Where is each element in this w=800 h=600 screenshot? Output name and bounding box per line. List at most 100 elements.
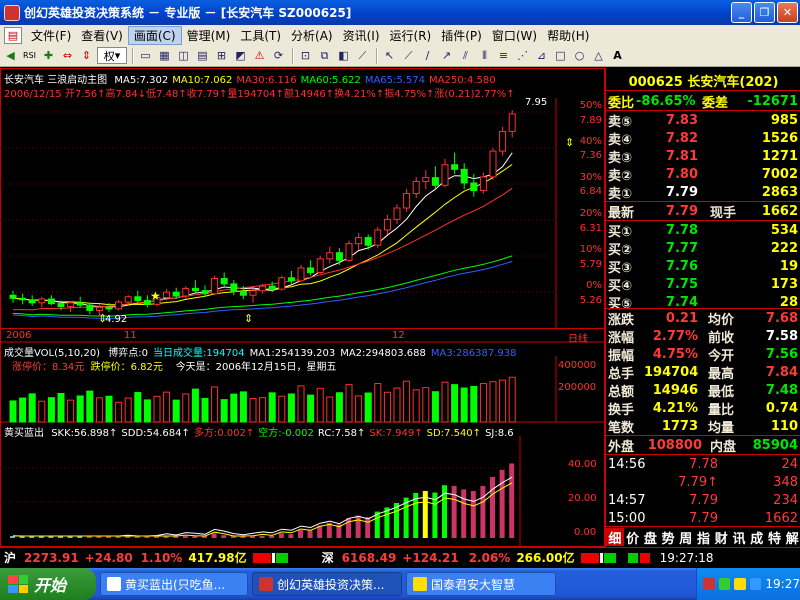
compare-icon[interactable]: ⊞ — [213, 47, 230, 64]
menu-screen[interactable]: 画面(C) — [127, 25, 182, 45]
candle-body — [76, 302, 84, 306]
horizontal-lines-icon[interactable]: ≡ — [495, 47, 512, 64]
panel-tab[interactable]: 财 — [712, 528, 730, 547]
windows-logo-icon — [8, 575, 28, 593]
date-axis: 2006 11 12 日线 — [0, 328, 605, 345]
rsi-icon[interactable]: RSI — [21, 47, 38, 64]
panel-tab[interactable]: 价 — [624, 528, 642, 547]
task-button[interactable]: 黄买蓝出(只吃鱼... — [100, 572, 248, 596]
task-button-active[interactable]: 创幻英雄投资决策... — [252, 572, 402, 596]
fan-icon[interactable]: ⋰ — [514, 47, 531, 64]
stat-value: 2.77% — [652, 328, 698, 344]
grid-icon[interactable]: ▦ — [156, 47, 173, 64]
stat-row: 振幅 4.75% 今开 7.56 — [608, 345, 798, 364]
menu-run[interactable]: 运行(R) — [385, 27, 437, 44]
kline-icon[interactable]: ⊡ — [297, 47, 314, 64]
lr-arrows-icon[interactable]: ⇔ — [59, 47, 76, 64]
tick-volume: 348 — [773, 474, 798, 490]
menu-info[interactable]: 资讯(I) — [338, 27, 385, 44]
order-volume: 985 — [770, 112, 798, 128]
move-icon[interactable]: ✚ — [40, 47, 57, 64]
stat-value: 4.75% — [652, 346, 698, 362]
candle-body — [499, 130, 507, 152]
order-ratio-row: 委比 -86.65% 委差 -12671 — [608, 92, 798, 111]
cursor-icon[interactable]: ↖ — [381, 47, 398, 64]
indicator-bar — [461, 489, 467, 538]
signal-icon[interactable]: ⚠ — [251, 47, 268, 64]
tray-icon[interactable] — [718, 578, 731, 590]
order-volume: 222 — [770, 240, 798, 256]
stat-label: 前收 — [708, 330, 735, 346]
start-button[interactable]: 开始 — [0, 568, 96, 600]
signal-star: ★ — [150, 289, 161, 303]
ellipse-icon[interactable]: ○ — [571, 47, 588, 64]
menu-manage[interactable]: 管理(M) — [182, 27, 236, 44]
rights-select[interactable]: 权 ▾ — [97, 47, 127, 64]
order-volume: 1271 — [761, 148, 798, 164]
window-icon[interactable]: ▭ — [137, 47, 154, 64]
menu-plugin[interactable]: 插件(P) — [436, 27, 487, 44]
tray-icon[interactable] — [703, 578, 715, 590]
panel-tab[interactable]: 成 — [748, 528, 766, 547]
stat-value: 7.58 — [765, 328, 798, 344]
table-icon[interactable]: ▤ — [194, 47, 211, 64]
panel-tab[interactable]: 讯 — [730, 528, 748, 547]
volume-item: MA2:294803.688 — [340, 348, 426, 359]
menu-file[interactable]: 文件(F) — [26, 27, 76, 44]
cycle-lines-icon[interactable]: ⦀ — [476, 47, 493, 64]
menu-analysis[interactable]: 分析(A) — [286, 27, 338, 44]
panel-tab[interactable]: 特 — [766, 528, 784, 547]
candle-body — [335, 252, 343, 261]
rect-icon[interactable]: □ — [552, 47, 569, 64]
candle-body — [383, 218, 391, 231]
price-tick: 5.79 — [579, 259, 602, 270]
volume-bar — [182, 393, 190, 423]
tray-icon[interactable] — [749, 578, 762, 590]
chart-canvas[interactable]: ⇕ ⇕★⇕ — [0, 68, 605, 547]
connection-indicator — [627, 552, 650, 563]
kline-chart-area[interactable]: ⇕ ⇕ ★ ⇕ 长安汽车 三浪启动主图 MA5:7.302 MA10:7.062 MA30… — [0, 68, 605, 547]
tray-icon[interactable] — [734, 578, 746, 590]
panel-tab[interactable]: 周 — [677, 528, 695, 547]
volume-bar — [297, 385, 305, 423]
panel-tab[interactable]: 盘 — [641, 528, 659, 547]
ud-arrows-icon[interactable]: ⇕ — [78, 47, 95, 64]
panel-tab[interactable]: 解 — [783, 528, 800, 547]
panel-tab[interactable]: 指 — [695, 528, 713, 547]
price-tick: 7.89 — [579, 115, 602, 126]
line-tool-icon[interactable]: ⟋ — [400, 47, 417, 64]
triangle-icon[interactable]: △ — [590, 47, 607, 64]
doc-icon[interactable]: ▤ — [4, 26, 22, 44]
stat-label: 涨幅 — [608, 330, 635, 346]
trend-icon[interactable]: ⟋ — [354, 47, 371, 64]
stat-label: 最高 — [708, 366, 735, 382]
close-button[interactable]: ✕ — [777, 2, 798, 23]
minimize-button[interactable]: _ — [731, 2, 752, 23]
chart-icon[interactable]: ◩ — [232, 47, 249, 64]
refresh-icon[interactable]: ⟳ — [270, 47, 287, 64]
volume-bar — [163, 391, 171, 423]
menu-help[interactable]: 帮助(H) — [542, 27, 594, 44]
indicator-bar — [288, 534, 294, 538]
candle-body — [105, 306, 113, 310]
menu-window[interactable]: 窗口(W) — [487, 27, 542, 44]
taskbar: 开始 黄买蓝出(只吃鱼... 创幻英雄投资决策... 国泰君安大智慧 19:27 — [0, 568, 800, 600]
panel-tab[interactable]: 细 — [606, 528, 624, 547]
split-icon[interactable]: ◧ — [335, 47, 352, 64]
indicator-item: SDD:54.684↑ — [121, 428, 190, 439]
task-button[interactable]: 国泰君安大智慧 — [406, 572, 556, 596]
back-icon[interactable]: ◀ — [2, 47, 19, 64]
order-price: 7.76 — [665, 258, 698, 274]
menu-tools[interactable]: 工具(T) — [235, 27, 286, 44]
volume-bar — [19, 397, 27, 423]
panel-tab[interactable]: 势 — [659, 528, 677, 547]
extend-line-icon[interactable]: ∕ — [419, 47, 436, 64]
parallel-icon[interactable]: ⫽ — [457, 47, 474, 64]
menu-view[interactable]: 查看(V) — [76, 27, 128, 44]
window2-icon[interactable]: ⧉ — [316, 47, 333, 64]
layout-icon[interactable]: ◫ — [175, 47, 192, 64]
restore-button[interactable]: ❐ — [754, 2, 775, 23]
gann-icon[interactable]: ⊿ — [533, 47, 550, 64]
ray-icon[interactable]: ↗ — [438, 47, 455, 64]
text-tool-icon[interactable]: A — [609, 47, 626, 64]
